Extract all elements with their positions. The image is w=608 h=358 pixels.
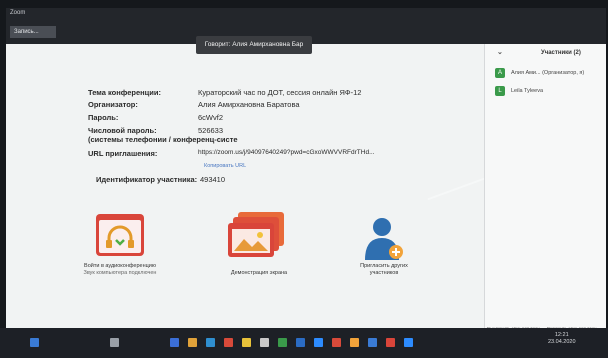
speaker-badge: Говорит: Алия Амирхановна Бар [196,36,312,54]
app-icon[interactable] [242,338,251,347]
screen-glare [427,177,485,201]
taskbar: 12:21 23.04.2020 [0,328,608,358]
share-screen-icon [228,212,284,257]
record-button[interactable]: Запись... [10,26,56,38]
info-label: Идентификатор участника: [96,175,198,184]
share-screen-button[interactable] [228,212,286,260]
info-label: URL приглашения: [88,149,158,158]
info-value: 6cWvf2 [198,113,224,122]
search-icon[interactable] [110,338,119,347]
chevron-down-icon[interactable]: ⌄ [497,48,503,56]
info-label: Числовой пароль: [88,126,157,135]
info-value: 526633 [198,126,224,135]
info-label: Тема конференции: [88,88,161,97]
avatar: А [495,68,505,78]
headphones-icon [96,214,144,256]
share-screen-label: Демонстрация экрана [230,270,288,276]
invite-person-icon [365,218,403,260]
participant-item[interactable]: L Leila Tyleeva [495,86,605,98]
app-icon[interactable] [296,338,305,347]
participant-item[interactable]: А Алия Ами... (Организатор, я) [495,68,605,80]
app-icon[interactable] [404,338,413,347]
info-value: Алия Амирхановна Баратова [198,100,300,109]
chrome-icon[interactable] [350,338,359,347]
participants-header: ⌄ Участники (2) [485,44,606,64]
info-label: Организатор: [88,100,138,109]
invite-label: Пригласить других участников [360,263,408,276]
invite-button[interactable] [362,216,408,262]
info-value: Кураторский час по ДОТ, сессия онлайн ЯФ… [198,88,362,97]
participants-title: Участники (2) [541,50,581,56]
folder-icon[interactable] [188,338,197,347]
app-icon[interactable] [386,338,395,347]
join-audio-label: Войти в аудиоконференцию Звук компьютера… [83,263,157,276]
clock: 12:21 23.04.2020 [548,332,576,345]
participant-name: Leila Tyleeva [511,88,544,94]
invite-url[interactable]: https://zoom.us/j/94097640249?pwd=cGxoWW… [198,149,374,156]
info-label: Пароль: [88,113,119,122]
info-value: 493410 [200,175,226,184]
zoom-window: Zoom Запись... Говорит: Алия Амирхановна… [6,8,606,348]
copy-url-link[interactable]: Копировать URL [204,163,246,169]
start-icon[interactable] [30,338,39,347]
zoom-icon[interactable] [314,338,323,347]
app-icon[interactable] [170,338,179,347]
app-icon[interactable] [332,338,341,347]
app-icon[interactable] [206,338,215,347]
app-icon[interactable] [368,338,377,347]
avatar: L [495,86,505,96]
app-icon[interactable] [278,338,287,347]
gear-icon[interactable] [260,338,269,347]
participants-panel: ⌄ Участники (2) А Алия Ами... (Организат… [484,44,606,348]
app-title: Zoom [10,10,26,16]
participant-name: Алия Ами... (Организатор, я) [511,70,585,76]
join-audio-button[interactable] [94,214,146,256]
app-icon[interactable] [224,338,233,347]
info-label: (системы телефонии / конференц-систе [88,135,238,144]
